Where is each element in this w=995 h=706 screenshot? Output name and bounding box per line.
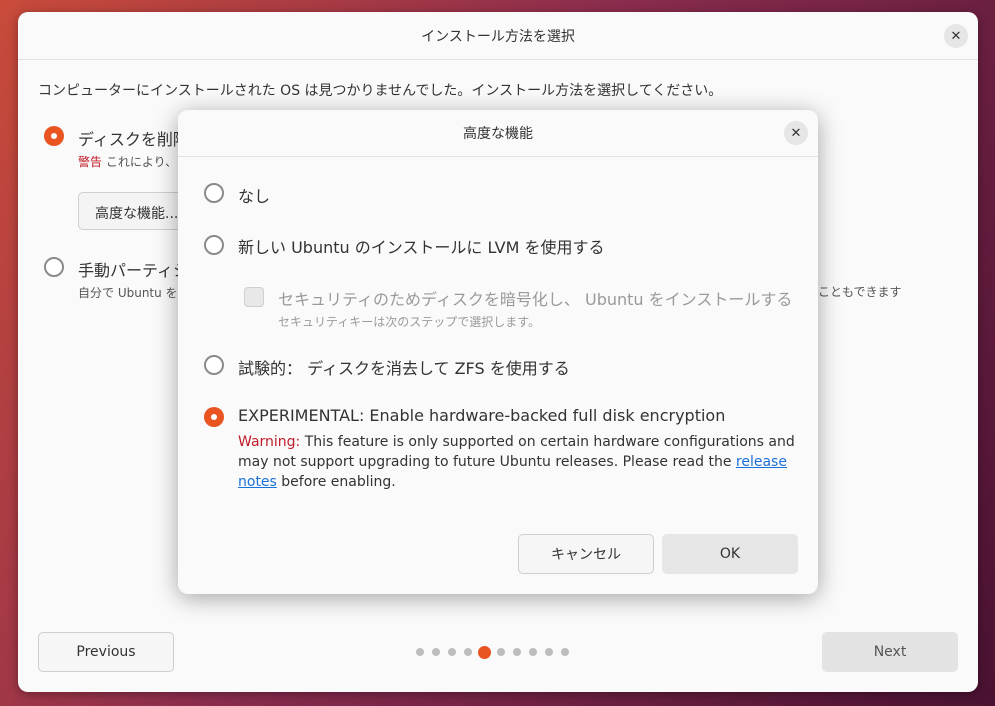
option-zfs-label: 試験的： ディスクを消去して ZFS を使用する xyxy=(238,359,570,378)
dialog-close-button[interactable]: ✕ xyxy=(784,121,808,145)
option-zfs-radio[interactable] xyxy=(204,355,224,375)
encrypt-disk-sub: セキュリティキーは次のステップで選択します。 xyxy=(278,315,541,329)
warning-tail: before enabling. xyxy=(276,474,396,490)
dialog-title: 高度な機能 xyxy=(463,126,533,142)
dialog-titlebar: 高度な機能 ✕ xyxy=(178,110,818,157)
ok-button[interactable]: OK xyxy=(662,534,798,574)
option-hw-encryption-radio[interactable] xyxy=(204,407,224,427)
option-lvm-label: 新しい Ubuntu のインストールに LVM を使用する xyxy=(238,238,605,257)
cancel-button[interactable]: キャンセル xyxy=(518,534,654,574)
advanced-features-dialog: 高度な機能 ✕ なし 新しい Ubuntu のインストールに LVM を使用する… xyxy=(178,110,818,594)
option-none-radio[interactable] xyxy=(204,183,224,203)
close-icon: ✕ xyxy=(790,125,802,141)
encrypt-disk-checkbox[interactable] xyxy=(244,287,264,307)
option-lvm-radio[interactable] xyxy=(204,235,224,255)
option-none-label: なし xyxy=(238,187,271,206)
option-hw-encryption-label: EXPERIMENTAL: Enable hardware-backed ful… xyxy=(238,406,726,425)
encrypt-disk-label: セキュリティのためディスクを暗号化し、 Ubuntu をインストールする xyxy=(278,290,793,309)
hw-encryption-warning: Warning: This feature is only supported … xyxy=(238,432,798,492)
warning-label: Warning: xyxy=(238,434,301,450)
warning-text: This feature is only supported on certai… xyxy=(238,434,795,470)
